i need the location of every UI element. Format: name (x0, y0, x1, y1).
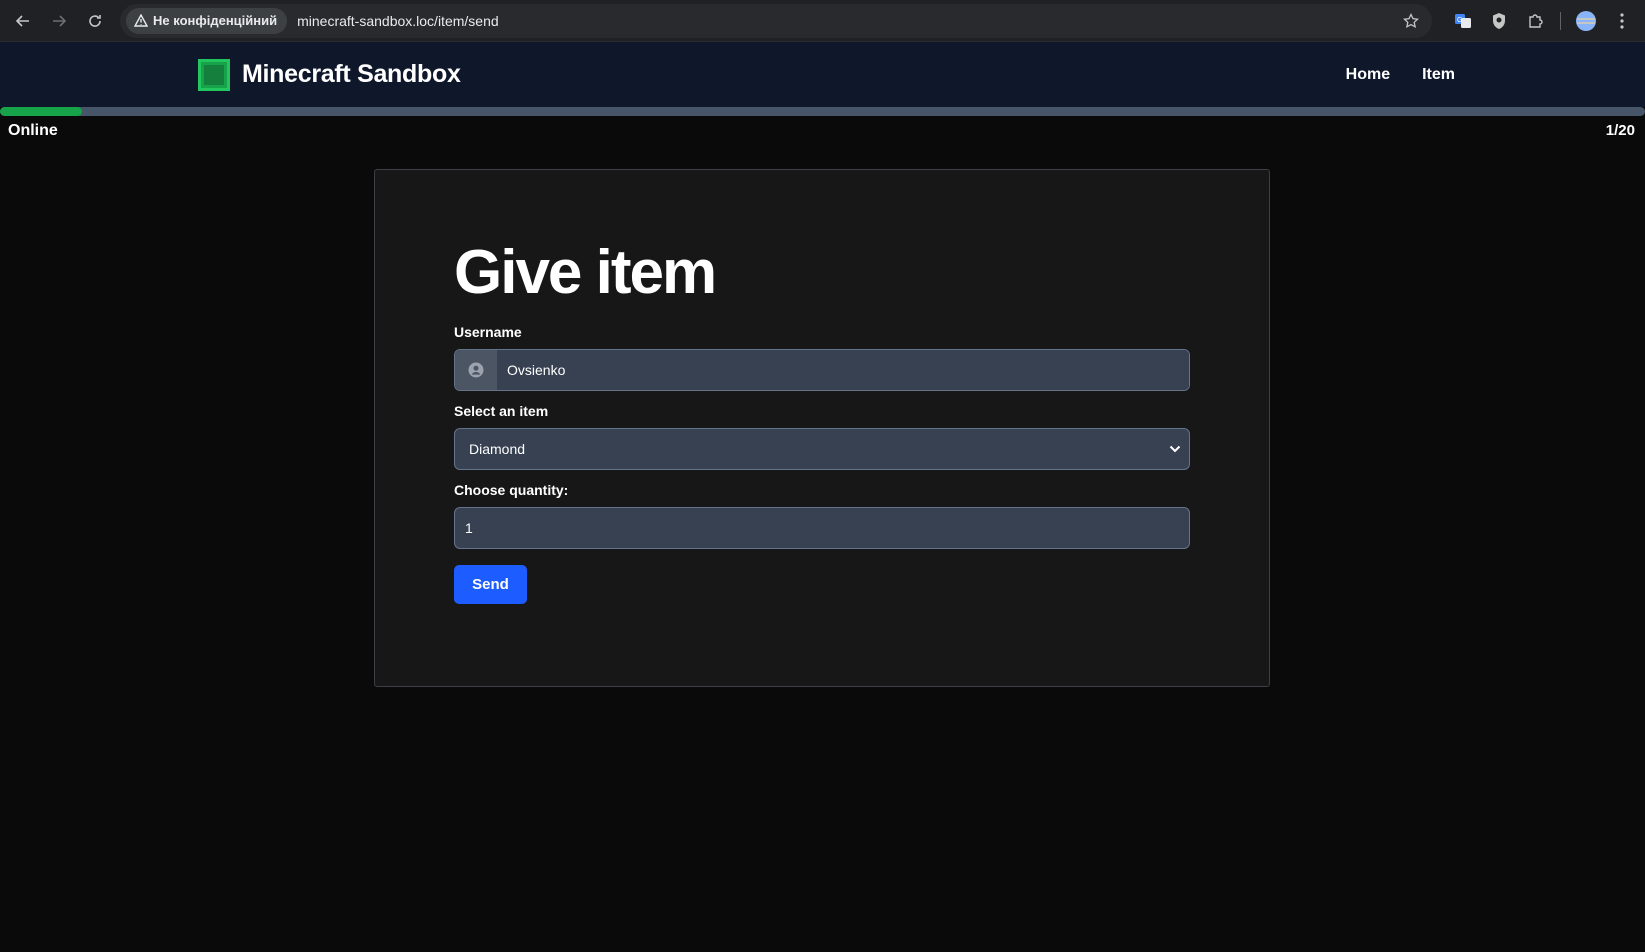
brand-name: Minecraft Sandbox (242, 60, 461, 88)
url-text[interactable]: minecraft-sandbox.loc/item/send (297, 13, 1396, 29)
bookmark-star-icon[interactable] (1396, 12, 1426, 29)
user-icon (455, 350, 497, 390)
security-label: Не конфіденційний (153, 13, 278, 28)
address-bar[interactable]: Не конфіденційний minecraft-sandbox.loc/… (120, 3, 1432, 38)
profile-avatar-icon[interactable] (1571, 6, 1601, 36)
username-label: Username (454, 324, 522, 340)
site-header: Minecraft Sandbox Home Item (0, 42, 1645, 107)
nav-item-link[interactable]: Item (1422, 66, 1455, 84)
kebab-menu-icon[interactable] (1607, 6, 1637, 36)
translate-extension-icon[interactable]: G (1448, 6, 1478, 36)
extensions-area: G (1448, 6, 1637, 36)
back-arrow-icon (15, 14, 29, 27)
item-select-label: Select an item (454, 403, 549, 419)
grass-block-logo-icon (198, 58, 230, 91)
username-input[interactable] (497, 350, 1189, 390)
reload-button[interactable] (80, 5, 110, 37)
give-item-card: Give item Username Select an item Diamon… (374, 169, 1270, 687)
main-nav: Home Item (1346, 66, 1455, 84)
username-input-group (454, 349, 1190, 391)
item-select-value: Diamond (469, 441, 526, 457)
quantity-value: 1 (465, 520, 473, 536)
item-select[interactable]: Diamond (454, 428, 1190, 470)
online-count: 1/20 (1605, 122, 1635, 139)
reload-icon (89, 14, 101, 27)
chevron-down-icon (1169, 445, 1181, 453)
back-button[interactable] (8, 5, 38, 37)
puzzle-extensions-icon[interactable] (1520, 6, 1550, 36)
security-chip[interactable]: Не конфіденційний (126, 7, 288, 34)
warning-icon (134, 14, 148, 27)
online-players-progress (0, 107, 1645, 116)
quantity-input[interactable]: 1 (454, 507, 1190, 549)
svg-text:G: G (1457, 17, 1462, 24)
toolbar-separator (1560, 11, 1561, 30)
forward-arrow-icon (53, 14, 67, 27)
nav-home-link[interactable]: Home (1346, 66, 1390, 84)
forward-button[interactable] (44, 5, 74, 37)
browser-toolbar: Не конфіденційний minecraft-sandbox.loc/… (0, 0, 1645, 42)
status-row: Online 1/20 (0, 116, 1645, 140)
brand[interactable]: Minecraft Sandbox (198, 58, 461, 91)
online-players-progress-fill (0, 107, 83, 116)
shield-extension-icon[interactable] (1484, 6, 1514, 36)
send-button[interactable]: Send (454, 565, 527, 604)
online-label: Online (8, 122, 58, 139)
quantity-label: Choose quantity: (454, 482, 569, 498)
page-title: Give item (454, 238, 717, 307)
